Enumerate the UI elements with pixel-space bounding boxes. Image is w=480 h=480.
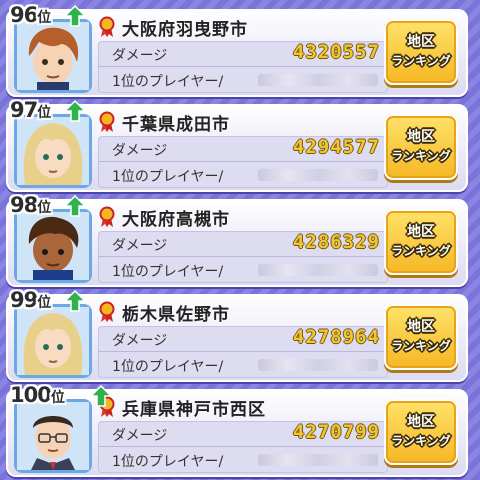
- blonde-long-hair-boy-icon: [17, 117, 89, 185]
- damage-line: ダメージ 4286329: [98, 231, 388, 257]
- damage-value: 4320557: [292, 41, 380, 63]
- button-label-line1: 地区: [407, 414, 435, 430]
- blurred-player-name: [258, 74, 378, 86]
- ranking-row: 98位 大阪府高槻市 ダメージ 4286329 1位のプレイヤー/ 地区 ランキ…: [6, 193, 468, 287]
- top-player-label: 1位のプレイヤー/: [112, 359, 224, 375]
- damage-label: ダメージ: [112, 143, 168, 159]
- damage-label: ダメージ: [112, 48, 168, 64]
- button-label-line2: ランキング: [391, 244, 451, 258]
- avatar: [14, 399, 92, 473]
- regional-ranking-button[interactable]: 地区 ランキング: [384, 209, 458, 275]
- button-label-line2: ランキング: [391, 434, 451, 448]
- top-player-line: 1位のプレイヤー/: [98, 447, 388, 472]
- avatar: [14, 304, 92, 378]
- info-box: ダメージ 4320557 1位のプレイヤー/: [98, 41, 388, 93]
- city-line: 兵庫県神戸市西区: [98, 395, 368, 420]
- blurred-player-name: [258, 454, 378, 466]
- city-name: 千葉県成田市: [122, 114, 230, 135]
- damage-value: 4278964: [292, 326, 380, 348]
- damage-line: ダメージ 4270799: [98, 421, 388, 447]
- button-label-line1: 地区: [407, 34, 435, 50]
- medal-icon: [99, 16, 115, 37]
- top-player-label: 1位のプレイヤー/: [112, 454, 224, 470]
- button-label-line1: 地区: [407, 224, 435, 240]
- rank-up-icon: [90, 385, 112, 407]
- blurred-player-name: [258, 169, 378, 181]
- medal-icon: [99, 301, 115, 322]
- rank-up-icon: [64, 290, 86, 312]
- button-label-line1: 地区: [407, 319, 435, 335]
- blonde-long-hair-boy-icon: [17, 307, 89, 375]
- man-with-glasses-icon: [17, 402, 89, 470]
- city-name: 兵庫県神戸市西区: [122, 399, 266, 420]
- medal-icon: [99, 111, 115, 132]
- damage-label: ダメージ: [112, 428, 168, 444]
- button-label-line2: ランキング: [391, 339, 451, 353]
- blurred-player-name: [258, 359, 378, 371]
- brown-haired-boy-icon: [17, 22, 89, 90]
- rank-number: 100位: [10, 383, 65, 407]
- ranking-row: 99位 栃木県佐野市 ダメージ 4278964 1位のプレイヤー/ 地区 ランキ…: [6, 288, 468, 382]
- top-player-line: 1位のプレイヤー/: [98, 67, 388, 92]
- top-player-line: 1位のプレイヤー/: [98, 257, 388, 282]
- rank-up-icon: [64, 195, 86, 217]
- damage-line: ダメージ 4320557: [98, 41, 388, 67]
- top-player-label: 1位のプレイヤー/: [112, 264, 224, 280]
- info-box: ダメージ 4270799 1位のプレイヤー/: [98, 421, 388, 473]
- rank-number: 96位: [10, 3, 51, 27]
- rank-number: 98位: [10, 193, 51, 217]
- rank-number: 97位: [10, 98, 51, 122]
- medal-icon: [99, 206, 115, 227]
- top-player-line: 1位のプレイヤー/: [98, 162, 388, 187]
- avatar: [14, 19, 92, 93]
- regional-ranking-button[interactable]: 地区 ランキング: [384, 399, 458, 465]
- dark-skin-boy-icon: [17, 212, 89, 280]
- city-line: 栃木県佐野市: [98, 300, 368, 325]
- regional-ranking-button[interactable]: 地区 ランキング: [384, 19, 458, 85]
- regional-ranking-button[interactable]: 地区 ランキング: [384, 114, 458, 180]
- city-line: 大阪府高槻市: [98, 205, 368, 230]
- button-label-line2: ランキング: [391, 54, 451, 68]
- info-box: ダメージ 4278964 1位のプレイヤー/: [98, 326, 388, 378]
- damage-label: ダメージ: [112, 238, 168, 254]
- damage-value: 4270799: [292, 421, 380, 443]
- city-name: 大阪府高槻市: [122, 209, 230, 230]
- avatar: [14, 209, 92, 283]
- damage-value: 4286329: [292, 231, 380, 253]
- damage-label: ダメージ: [112, 333, 168, 349]
- city-line: 千葉県成田市: [98, 110, 368, 135]
- ranking-row: 97位 千葉県成田市 ダメージ 4294577 1位のプレイヤー/ 地区 ランキ…: [6, 98, 468, 192]
- damage-line: ダメージ 4294577: [98, 136, 388, 162]
- button-label-line2: ランキング: [391, 149, 451, 163]
- ranking-row: 96位 大阪府羽曳野市 ダメージ 4320557 1位のプレイヤー/ 地区 ラン…: [6, 3, 468, 97]
- ranking-list: 96位 大阪府羽曳野市 ダメージ 4320557 1位のプレイヤー/ 地区 ラン…: [0, 0, 480, 480]
- city-line: 大阪府羽曳野市: [98, 15, 368, 40]
- rank-up-icon: [64, 5, 86, 27]
- blurred-player-name: [258, 264, 378, 276]
- info-box: ダメージ 4294577 1位のプレイヤー/: [98, 136, 388, 188]
- button-label-line1: 地区: [407, 129, 435, 145]
- city-name: 大阪府羽曳野市: [122, 19, 248, 40]
- info-box: ダメージ 4286329 1位のプレイヤー/: [98, 231, 388, 283]
- top-player-line: 1位のプレイヤー/: [98, 352, 388, 377]
- top-player-label: 1位のプレイヤー/: [112, 169, 224, 185]
- ranking-row: 100位 兵庫県神戸市西区 ダメージ 4270799 1位のプレイヤー/ 地区 …: [6, 383, 468, 477]
- avatar: [14, 114, 92, 188]
- damage-line: ダメージ 4278964: [98, 326, 388, 352]
- rank-up-icon: [64, 100, 86, 122]
- damage-value: 4294577: [292, 136, 380, 158]
- top-player-label: 1位のプレイヤー/: [112, 74, 224, 90]
- regional-ranking-button[interactable]: 地区 ランキング: [384, 304, 458, 370]
- city-name: 栃木県佐野市: [122, 304, 230, 325]
- rank-number: 99位: [10, 288, 51, 312]
